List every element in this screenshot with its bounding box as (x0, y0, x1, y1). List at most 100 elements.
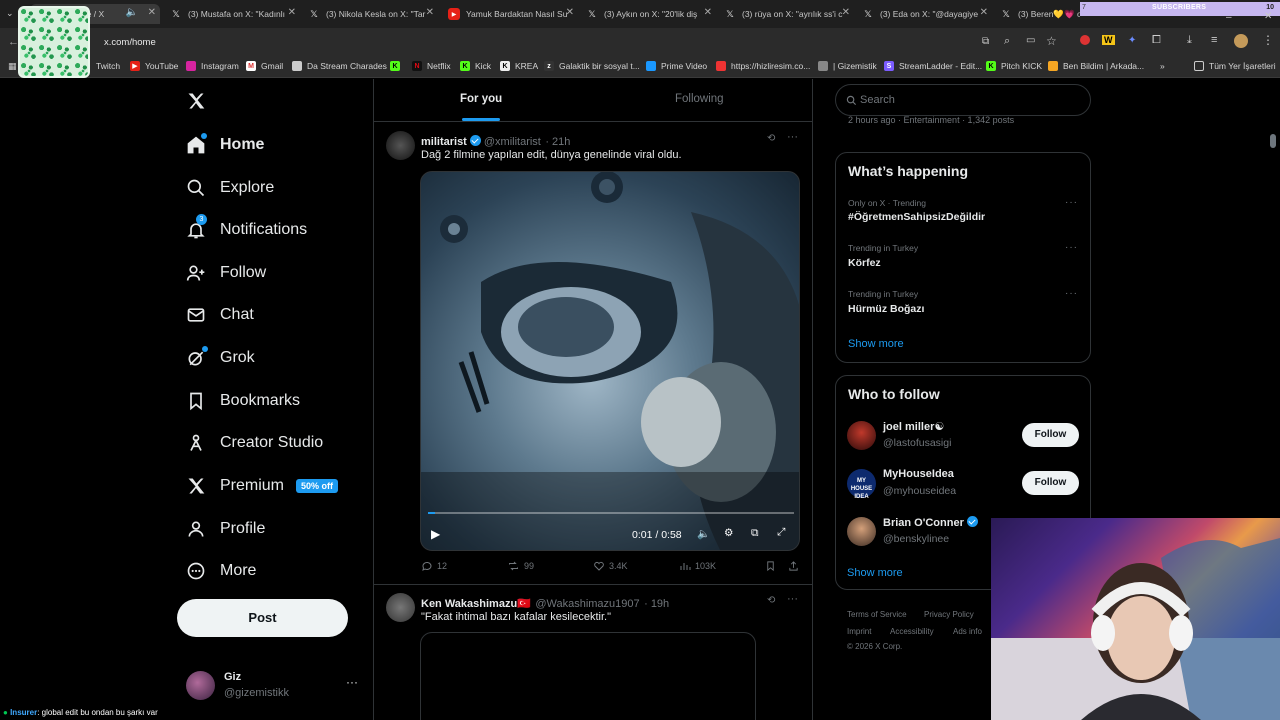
bookmark-instagram[interactable]: Instagram (186, 61, 239, 71)
extension-w-icon[interactable]: W (1102, 35, 1115, 45)
x-logo-icon[interactable] (186, 91, 206, 111)
account-switcher[interactable]: Giz @gizemistikk ··· (186, 671, 366, 701)
nav-home[interactable]: Home (186, 133, 264, 155)
media-control-icon[interactable]: ≡ (1211, 34, 1217, 46)
bookmark-ben-bildim[interactable]: Ben Bildim | Arkada... (1048, 61, 1144, 71)
volume-icon[interactable]: 🔈 (697, 527, 710, 540)
show-more-link[interactable]: Show more (848, 338, 904, 350)
avatar[interactable] (847, 517, 876, 546)
trend-item[interactable]: Körfez (848, 257, 881, 269)
bookmark-pitch-kick[interactable]: K Pitch KICK (986, 61, 1042, 71)
extension-icon[interactable]: ✦ (1128, 35, 1136, 46)
nav-grok[interactable]: Grok (186, 346, 255, 368)
footer-link[interactable]: Terms of Service (847, 610, 907, 619)
close-tab-icon[interactable]: ✕ (842, 7, 850, 18)
profile-avatar-icon[interactable] (1234, 34, 1248, 48)
avatar[interactable] (386, 131, 415, 160)
close-tab-icon[interactable]: ✕ (704, 7, 712, 18)
bookmark-gizemistik[interactable]: | Gizemistik (818, 61, 877, 71)
browser-tab[interactable]: 𝕏 (3) Eda on X: "@dayagiye ✕ (862, 4, 992, 24)
pip-icon[interactable]: ⧉ (751, 527, 759, 540)
play-icon[interactable]: ▶ (431, 527, 440, 541)
footer-link[interactable]: Accessibility (890, 627, 934, 636)
bookmark-tweet-icon[interactable] (765, 560, 780, 572)
follow-button[interactable]: Follow (1022, 471, 1079, 495)
more-dots-icon[interactable]: ··· (1065, 288, 1078, 299)
close-tab-icon[interactable]: ✕ (288, 7, 296, 18)
bookmark-twitch[interactable]: Twitch (96, 61, 120, 71)
search-box[interactable]: Search (835, 84, 1091, 116)
footer-link[interactable]: Privacy Policy (924, 610, 974, 619)
minimize-icon[interactable]: – (1226, 12, 1232, 23)
tweet-more-icon[interactable]: ··· (787, 131, 798, 143)
post-button[interactable]: Post (177, 599, 348, 637)
fullscreen-icon[interactable]: ⤢ (777, 526, 785, 539)
nav-notifications[interactable]: 3 Notifications (186, 214, 307, 240)
nav-explore[interactable]: Explore (186, 178, 274, 198)
tweet-media[interactable] (420, 632, 756, 720)
settings-gear-icon[interactable]: ⚙ (724, 527, 733, 539)
browser-tab[interactable]: 𝕏 (3) rüya on X: "ayrılık ss'i c ✕ (724, 4, 854, 24)
bookmark-krea[interactable]: K KREA (500, 61, 538, 71)
extension-icon[interactable] (1080, 35, 1090, 45)
translate-icon[interactable]: ⧉ (982, 36, 989, 47)
nav-follow[interactable]: Follow (186, 263, 266, 283)
speaker-icon[interactable]: 🔈 (126, 7, 138, 18)
cast-icon[interactable]: ▭ (1026, 35, 1035, 46)
bookmark-prime-video[interactable]: Prime Video (646, 61, 707, 71)
browser-menu-icon[interactable]: ⋮ (1262, 33, 1274, 47)
close-tab-icon[interactable]: ✕ (426, 7, 434, 18)
bookmarks-overflow-icon[interactable]: » (1160, 61, 1165, 71)
bookmark-galaktik[interactable]: z Galaktik bir sosyal t... (544, 61, 640, 71)
more-dots-icon[interactable]: ··· (346, 675, 358, 689)
bookmark-netflix[interactable]: N Netflix (412, 61, 451, 71)
tweet-video[interactable]: ▶ 0:01 / 0:58 🔈 ⚙ ⧉ ⤢ (420, 171, 800, 551)
bookmark-streamladder[interactable]: S StreamLadder - Edit... (884, 61, 982, 71)
nav-creator-studio[interactable]: Creator Studio (186, 433, 323, 453)
repost-button[interactable]: 99 (507, 560, 534, 572)
tab-for-you[interactable]: For you (460, 93, 502, 105)
footer-link[interactable]: Imprint (847, 627, 871, 636)
url-field[interactable]: x.com/home (104, 37, 156, 48)
more-dots-icon[interactable]: ··· (1065, 197, 1078, 208)
bookmark-youtube[interactable]: ▶ YouTube (130, 61, 178, 71)
nav-profile[interactable]: Profile (186, 519, 265, 539)
nav-premium[interactable]: Premium 50% off (186, 476, 339, 496)
all-bookmarks-folder[interactable]: Tüm Yer İşaretleri (1194, 61, 1276, 71)
reply-button[interactable]: 12 (421, 560, 447, 572)
trend-item[interactable]: Hürmüz Boğazı (848, 303, 924, 315)
browser-tab[interactable]: ▶ Yamuk Bardaktan Nasıl Su ✕ (448, 4, 578, 24)
more-dots-icon[interactable]: ··· (1065, 242, 1078, 253)
bookmark-kick[interactable]: K Kick (460, 61, 491, 71)
views-button[interactable]: 103K (679, 560, 716, 572)
nav-bookmarks[interactable]: Bookmarks (186, 391, 300, 411)
browser-tab[interactable]: 𝕏(3) Beren💛💗 on X (1000, 4, 1080, 24)
close-tab-icon[interactable]: ✕ (148, 7, 156, 18)
scrollbar-thumb[interactable] (1270, 134, 1276, 148)
avatar[interactable] (847, 421, 876, 450)
myhouseidea-avatar[interactable]: MY HOUSE IDEA (847, 469, 876, 500)
video-scrubber[interactable] (428, 512, 794, 514)
trend-item[interactable]: #ÖğretmenSahipsizDeğildir (848, 211, 985, 223)
share-icon[interactable] (788, 560, 803, 572)
nav-more[interactable]: More (186, 561, 256, 581)
close-tab-icon[interactable]: ✕ (566, 7, 574, 18)
bookmark-kick[interactable]: K (390, 61, 405, 71)
tab-list-chevron-icon[interactable]: ⌄ (6, 8, 14, 19)
tab-following[interactable]: Following (675, 93, 724, 105)
zoom-icon[interactable]: ⌕ (1004, 35, 1010, 48)
download-icon[interactable]: ⤓ (1187, 34, 1192, 47)
show-more-link[interactable]: Show more (847, 567, 903, 579)
bookmark-gmail[interactable]: M Gmail (246, 61, 283, 71)
bookmark-da-stream-charades[interactable]: Da Stream Charades (292, 61, 387, 71)
browser-tab[interactable]: 𝕏 (3) Nikola Kesla on X: "Tar ✕ (308, 4, 438, 24)
avatar[interactable] (386, 593, 415, 622)
follow-button[interactable]: Follow (1022, 423, 1079, 447)
close-tab-icon[interactable]: ✕ (980, 7, 988, 18)
bookmark-hizliresim[interactable]: https://hizliresim.co... (716, 61, 810, 71)
footer-link[interactable]: Ads info (953, 627, 982, 636)
window-close-icon[interactable]: ✕ (1264, 11, 1272, 22)
bookmark-star-icon[interactable]: ☆ (1046, 34, 1057, 48)
tweet-more-icon[interactable]: ··· (787, 593, 798, 605)
grok-explain-icon[interactable]: ⟲ (767, 133, 775, 144)
